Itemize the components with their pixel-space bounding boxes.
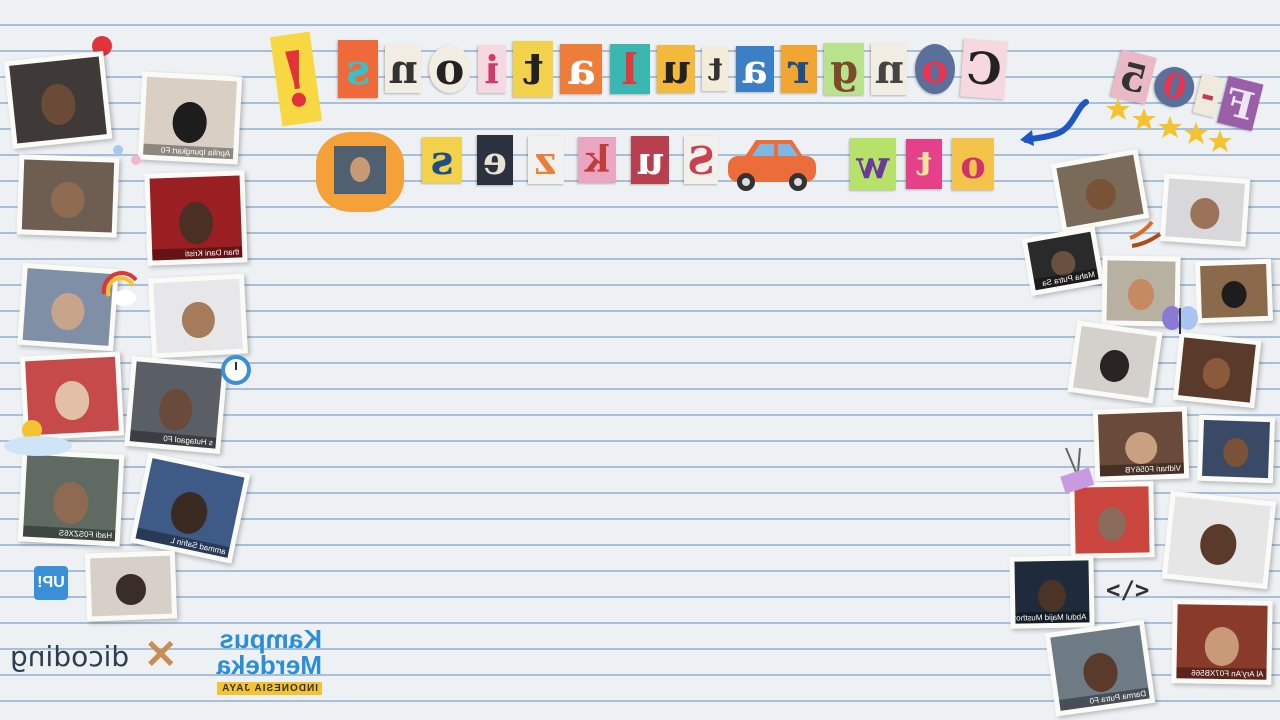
butterfly-icon — [1162, 306, 1198, 334]
title-letter: n — [871, 43, 908, 95]
participant-photo: ammad Safrin L — [129, 452, 251, 564]
rainbow-cloud-icon — [101, 271, 138, 306]
title-letter: l — [609, 44, 650, 94]
exclamation-cutout: ! — [269, 31, 323, 127]
binder-clip-icon — [1060, 447, 1095, 494]
title-letter: t — [702, 47, 729, 91]
participant-name: than Dani Kristi — [152, 246, 243, 261]
title-letter: C — [960, 38, 1008, 100]
participant-name: Al Ary'An F07XB566 — [1176, 667, 1267, 680]
participant-name: Vidhari F056YB — [1099, 462, 1185, 477]
participant-name: Hadi F0SZX6S — [22, 525, 116, 542]
participant-name: Darma Putra F0 — [1059, 687, 1150, 711]
headline-congratulations: C o n g r a t u l a t i o n s — [336, 38, 1008, 100]
arrow-icon — [1020, 99, 1089, 146]
title-letter: o — [952, 138, 994, 190]
title-letter: e — [476, 135, 513, 185]
participant-photo: Hadi F0SZX6S — [17, 449, 125, 547]
title-letter: a — [560, 44, 603, 95]
participant-photo: Darma Putra F0 — [1044, 619, 1156, 717]
center-participant-photo — [334, 146, 386, 194]
kampus-merdeka-line2: Merdeka — [216, 650, 323, 680]
sun-cloud-icon — [4, 420, 72, 456]
title-letter: z — [527, 136, 564, 184]
headline-sukzes: S u k z e s — [420, 132, 720, 188]
up-logo: UP! — [34, 566, 68, 600]
participant-photo — [1067, 320, 1163, 404]
dicoding-logo: dicoding — [10, 640, 130, 673]
flower-icon — [113, 145, 141, 165]
headline-otw: o t w — [848, 136, 996, 192]
code-icon: </> — [1106, 576, 1150, 604]
participant-photo — [1194, 258, 1274, 324]
title-letter: r — [780, 45, 817, 93]
title-letter: n — [385, 45, 422, 93]
participant-photo — [3, 51, 113, 149]
participant-photo — [1172, 331, 1262, 409]
collaboration-x-icon: ✕ — [144, 633, 178, 677]
participant-photo — [1159, 173, 1251, 247]
title-letter: a — [735, 46, 774, 93]
participant-photo — [147, 273, 249, 359]
title-letter: s — [422, 137, 463, 184]
title-letter: u — [657, 45, 696, 93]
kampus-merdeka-line1: Kampus — [219, 624, 322, 654]
title-letter: o — [914, 44, 955, 94]
title-letter: t — [513, 41, 554, 97]
title-letter: w — [850, 138, 896, 190]
participant-photo — [84, 550, 178, 622]
alarm-clock-icon — [221, 355, 251, 385]
participant-photo: than Dani Kristi — [144, 170, 248, 266]
stars-decoration — [1106, 98, 1232, 152]
title-letter: o — [428, 44, 471, 95]
title-letter: i — [477, 45, 506, 93]
participant-photo — [1196, 414, 1276, 484]
title-letter: k — [578, 137, 617, 183]
title-letter: S — [684, 136, 718, 184]
brush-strokes-decoration — [1129, 220, 1162, 248]
participant-photo: s Hutagaol F0 — [124, 355, 228, 455]
title-letter: t — [906, 139, 942, 189]
participant-photo: Al Ary'An F07XB566 — [1171, 599, 1273, 685]
participant-photo: Maha Putra Sa — [1021, 226, 1105, 296]
kampus-merdeka-line3: INDONESIA JAYA — [217, 682, 322, 695]
kampus-merdeka-logo: Kampus Merdeka INDONESIA JAYA — [190, 624, 323, 700]
participant-name: Abdul Majid Musthof — [1015, 611, 1090, 624]
participant-name: s Hutagaol F0 — [129, 430, 217, 449]
participant-photo: Aprilia Ipungkart F0 — [137, 71, 243, 165]
participant-name: Aprilia Ipungkart F0 — [143, 143, 234, 160]
title-letter: u — [631, 136, 670, 184]
participant-photo: Abdul Majid Musthof — [1009, 555, 1095, 629]
participant-photo: Vidhari F056YB — [1092, 406, 1190, 482]
title-letter: s — [338, 40, 379, 98]
car-icon — [728, 140, 816, 191]
participant-photo — [16, 154, 120, 238]
participant-photo — [1161, 490, 1277, 590]
title-letter: g — [824, 43, 865, 95]
